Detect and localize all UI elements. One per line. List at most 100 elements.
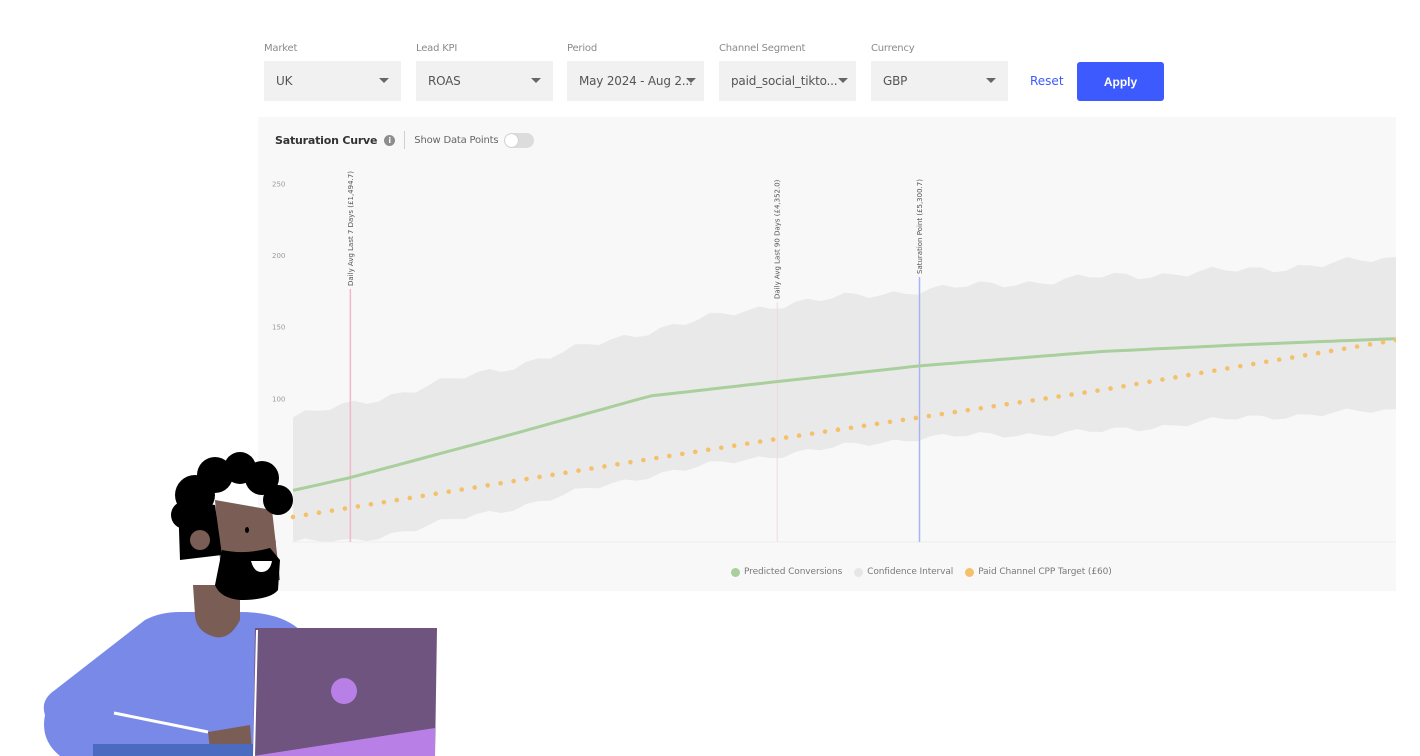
- cpp-target-point: [472, 485, 477, 490]
- cpp-target-point: [420, 493, 426, 499]
- cpp-target-point: [1212, 368, 1217, 373]
- chevron-down-icon: [379, 78, 389, 83]
- legend-dot-target: [965, 567, 975, 577]
- illustration-laptop-edge: [253, 728, 435, 756]
- period-label: Period: [567, 43, 597, 54]
- lead-kpi-label: Lead KPI: [416, 43, 458, 54]
- legend-label: Paid Channel CPP Target (£60): [978, 567, 1112, 577]
- cpp-target-point: [1082, 390, 1087, 395]
- period-filter: Period: [567, 42, 597, 56]
- show-data-points-label: Show Data Points: [414, 134, 499, 146]
- show-data-points-toggle[interactable]: [504, 132, 535, 148]
- lead-kpi-filter: Lead KPI: [416, 42, 457, 56]
- cpp-target-point: [1095, 388, 1100, 393]
- illustration-laptop-logo: [331, 678, 357, 704]
- cpp-target-point: [770, 437, 776, 442]
- legend-item-predicted[interactable]: Predicted Conversions: [731, 567, 842, 577]
- cpp-target-point: [692, 449, 698, 455]
- cpp-target-point: [757, 439, 763, 444]
- cpp-target-point: [1147, 379, 1152, 385]
- cpp-target-point: [1276, 357, 1282, 362]
- illustration-neck: [193, 585, 240, 638]
- chevron-down-icon: [986, 78, 996, 83]
- market-filter: Market: [264, 42, 297, 56]
- cpp-target-point: [874, 421, 880, 427]
- cpp-target-point: [1043, 396, 1048, 401]
- cpp-target-point: [381, 499, 387, 505]
- cpp-target-point: [783, 435, 789, 440]
- cpp-target-point: [835, 427, 841, 433]
- cpp-target-point: [1056, 394, 1061, 399]
- cpp-target-point: [1121, 383, 1126, 389]
- cpp-target-point: [329, 508, 335, 513]
- cpp-target-point: [952, 409, 958, 415]
- illustration-arm-line: [113, 711, 209, 734]
- cpp-target-point: [1030, 398, 1035, 403]
- y-tick-label: 150: [272, 324, 285, 332]
- cpp-target-point: [926, 413, 932, 419]
- market-label: Market: [264, 43, 298, 54]
- cpp-target-point: [1069, 392, 1074, 397]
- header-divider: [404, 131, 406, 149]
- cpp-target-point: [1367, 342, 1373, 347]
- cpp-target-point: [1315, 350, 1321, 356]
- confidence-interval-band: [293, 257, 1396, 542]
- cpp-target-point: [342, 506, 348, 511]
- panel-title: Saturation Curve: [275, 133, 378, 147]
- currency-select[interactable]: GBP: [871, 61, 1008, 101]
- cpp-target-point: [589, 466, 594, 471]
- cpp-target-point: [537, 474, 542, 480]
- legend-label: Predicted Conversions: [744, 567, 843, 577]
- cpp-target-point: [848, 425, 854, 431]
- currency-value: GBP: [883, 74, 908, 88]
- cpp-target-point: [654, 455, 659, 461]
- cpp-target-point: [1225, 366, 1230, 371]
- legend-item-confidence[interactable]: Confidence Interval: [854, 567, 953, 577]
- channel-segment-select[interactable]: paid_social_tikto...: [719, 61, 856, 101]
- cpp-target-point: [978, 405, 984, 411]
- cpp-target-point: [615, 461, 620, 467]
- cpp-target-point: [498, 480, 503, 486]
- cpp-target-point: [705, 447, 711, 453]
- y-tick-label: 200: [272, 252, 285, 260]
- cpp-target-point: [446, 489, 452, 494]
- saturation-chart: 0 100 150 200 250 Daily Avg Last 7 Days (£1,4…: [272, 171, 1396, 547]
- legend-item-target[interactable]: Paid Channel CPP Target (£60): [965, 567, 1112, 577]
- panel-header: Saturation Curve i Show Data Points: [275, 131, 535, 149]
- cpp-target-point: [459, 487, 464, 492]
- chevron-down-icon: [531, 78, 541, 83]
- currency-label: Currency: [871, 43, 915, 54]
- cpp-target-point: [1341, 346, 1347, 352]
- illustration-laptop: [253, 628, 437, 756]
- y-tick-label: 100: [272, 395, 285, 403]
- currency-filter: Currency: [871, 42, 915, 56]
- cpp-target-point: [602, 464, 607, 469]
- cpp-target-point: [1302, 352, 1308, 358]
- cpp-target-point: [1004, 401, 1010, 407]
- chart-legend: Predicted Conversions Confidence Interva…: [731, 567, 1124, 577]
- cpp-target-point: [796, 433, 802, 438]
- cpp-target-point: [576, 468, 581, 473]
- cpp-target-point: [1186, 372, 1191, 378]
- cpp-target-point: [991, 403, 997, 409]
- cpp-target-point: [718, 445, 724, 451]
- toggle-knob: [505, 133, 519, 147]
- cpp-target-point: [1017, 400, 1022, 405]
- cpp-target-point: [1328, 348, 1334, 354]
- reset-link[interactable]: Reset: [1030, 74, 1064, 88]
- cpp-target-point: [887, 419, 893, 425]
- cpp-target-point: [913, 415, 919, 421]
- cpp-target-point: [433, 491, 439, 497]
- channel-segment-label: Channel Segment: [719, 43, 806, 54]
- apply-button[interactable]: Apply: [1077, 62, 1164, 101]
- cpp-target-point: [394, 497, 400, 503]
- cpp-target-point: [1380, 339, 1386, 345]
- market-select[interactable]: UK: [264, 61, 401, 101]
- period-select[interactable]: May 2024 - Aug 2...: [567, 61, 704, 101]
- lead-kpi-select[interactable]: ROAS: [416, 61, 553, 101]
- info-icon[interactable]: i: [384, 134, 396, 146]
- cpp-target-point: [1173, 375, 1178, 380]
- cpp-target-point: [822, 429, 828, 434]
- legend-dot-confidence: [854, 567, 864, 577]
- cpp-target-point: [861, 423, 867, 429]
